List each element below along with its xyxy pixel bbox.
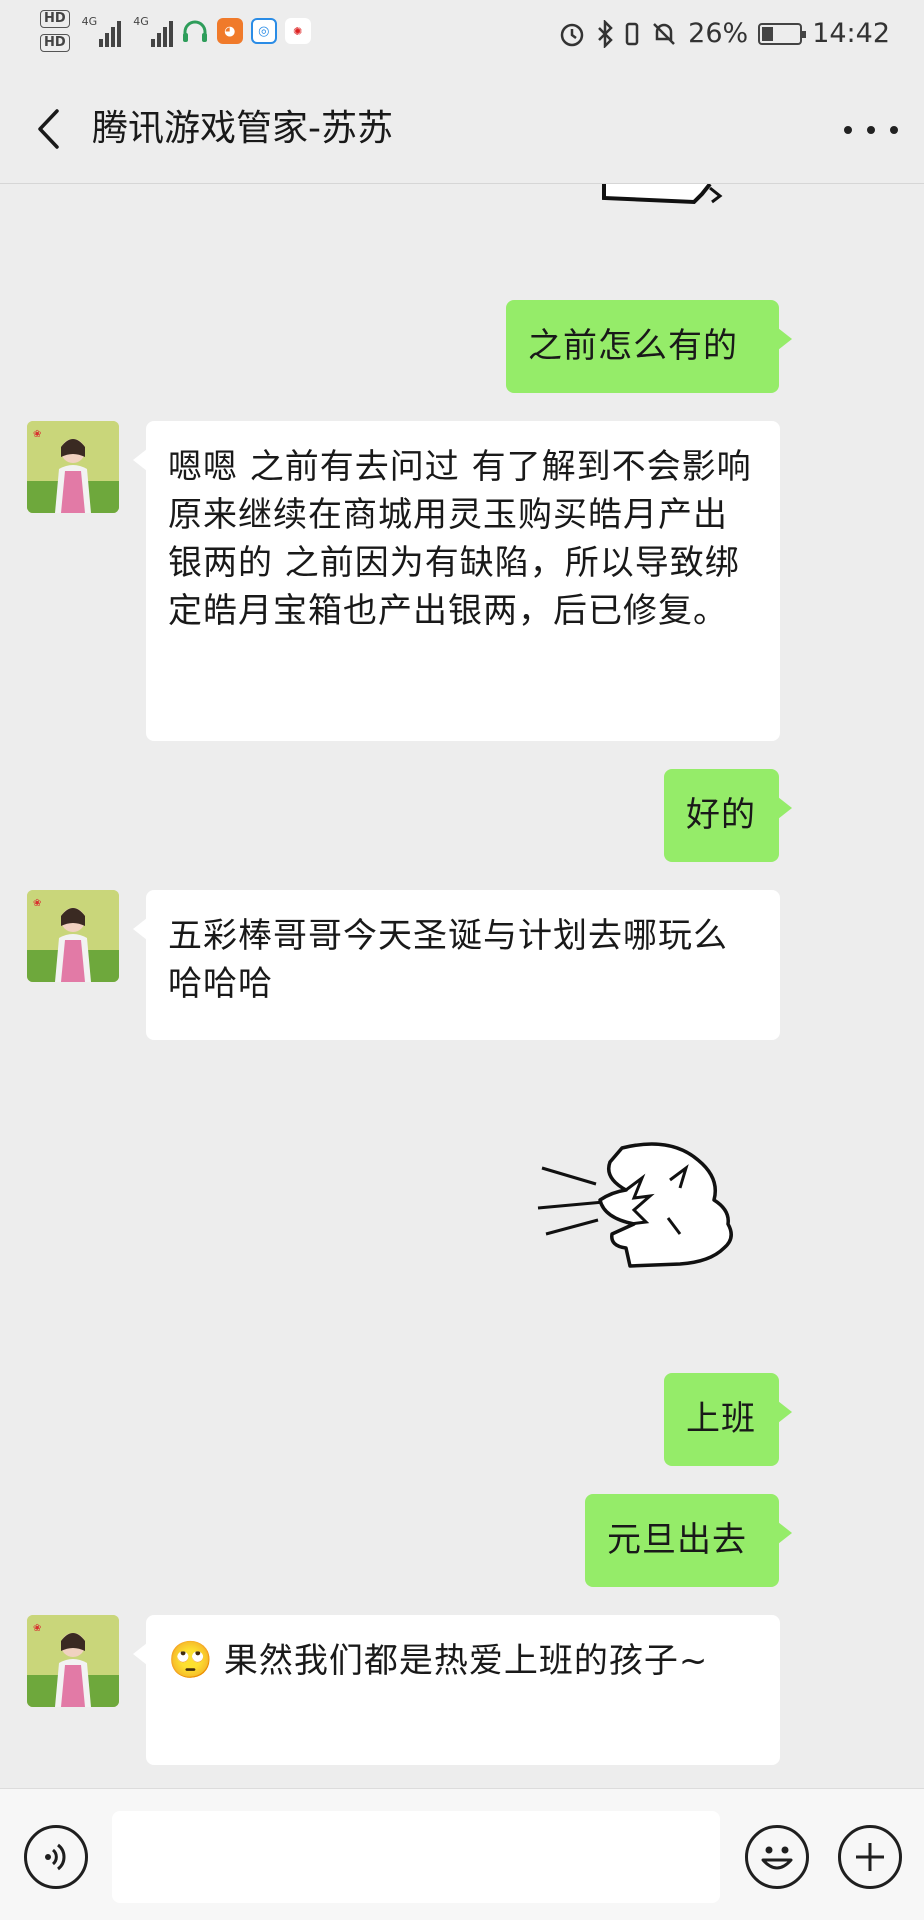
message-text: 元旦出去 [607, 1520, 747, 1560]
message-text: 嗯嗯 之前有去问过 有了解到不会影响原来继续在商城用灵玉购买皓月产出银两的 之前… [168, 447, 752, 631]
net2-label: 4G [133, 15, 149, 28]
net1-label: 4G [81, 15, 98, 28]
svg-text:❀: ❀ [33, 898, 41, 909]
voice-input-button[interactable] [24, 1825, 88, 1889]
more-options-button[interactable] [844, 110, 898, 150]
chat-input-bar [0, 1788, 924, 1920]
browser-icon: ◎ [250, 18, 277, 44]
signal-1-icon: 4G [82, 15, 122, 47]
clock: 14:42 [812, 18, 890, 49]
message-text: 五彩棒哥哥今天圣诞与计划去哪玩么 哈哈哈 [168, 916, 728, 1004]
chat-title: 腾讯游戏管家-苏苏 [92, 108, 393, 149]
dot-icon [890, 126, 898, 134]
plus-icon [856, 1843, 884, 1871]
outgoing-message-bubble[interactable]: 之前怎么有的 [506, 300, 792, 393]
chevron-left-icon [38, 109, 59, 149]
dot-icon [844, 126, 852, 134]
emoji-button[interactable] [745, 1825, 809, 1889]
incoming-message-bubble[interactable]: 嗯嗯 之前有去问过 有了解到不会影响原来继续在商城用灵玉购买皓月产出银两的 之前… [133, 421, 780, 741]
smiley-icon [761, 1846, 793, 1870]
incoming-message-bubble[interactable]: 五彩棒哥哥今天圣诞与计划去哪玩么 哈哈哈 [133, 890, 780, 1040]
sina-weibo-icon: ✺ [284, 18, 311, 44]
status-right-cluster: 26% 14:42 [558, 18, 890, 49]
message-text: 之前怎么有的 [528, 326, 738, 366]
alarm-icon [560, 23, 584, 46]
outgoing-message-bubble[interactable]: 元旦出去 [585, 1494, 792, 1587]
laughing-dinosaur-sticker[interactable] [530, 1138, 740, 1272]
dot-icon [867, 126, 875, 134]
bluetooth-icon [598, 19, 613, 48]
message-input[interactable] [112, 1811, 720, 1903]
chat-header: 腾讯游戏管家-苏苏 [0, 74, 924, 184]
contact-avatar[interactable]: ❀ [27, 890, 119, 982]
contact-avatar[interactable]: ❀ [27, 421, 119, 513]
battery-icon [758, 22, 807, 45]
message-text: 好的 [686, 795, 756, 835]
message-text: 上班 [686, 1399, 756, 1439]
cropped-sticker[interactable] [598, 184, 738, 206]
message-text: 果然我们都是热爱上班的孩子~ [223, 1641, 709, 1681]
vibrate-icon [625, 22, 639, 45]
outgoing-message-bubble[interactable]: 好的 [664, 769, 792, 862]
headset-icon [182, 20, 207, 42]
hd-indicators: HD HD [40, 10, 70, 52]
status-bar: HD HD 4G 4G ◕ ◎ ✺ 26% 14:42 [0, 0, 924, 74]
contact-avatar[interactable]: ❀ [27, 1615, 119, 1707]
incoming-message-bubble[interactable]: 🙄 果然我们都是热爱上班的孩子~ [133, 1615, 780, 1765]
battery-percent: 26% [688, 18, 749, 49]
outgoing-message-bubble[interactable]: 上班 [664, 1373, 792, 1466]
voice-icon [45, 1843, 66, 1871]
hd2-badge: HD [40, 34, 70, 52]
more-functions-button[interactable] [838, 1825, 902, 1889]
signal-2-icon: 4G [133, 15, 173, 47]
uc-browser-icon: ◕ [216, 18, 243, 44]
svg-text:❀: ❀ [33, 429, 41, 440]
eye-roll-emoji-icon: 🙄 [168, 1640, 214, 1681]
status-left-cluster: HD HD 4G 4G ◕ ◎ ✺ [40, 10, 311, 52]
back-button[interactable] [28, 102, 68, 156]
hd1-badge: HD [40, 10, 70, 28]
svg-text:❀: ❀ [33, 1623, 41, 1634]
mute-icon [653, 22, 676, 45]
